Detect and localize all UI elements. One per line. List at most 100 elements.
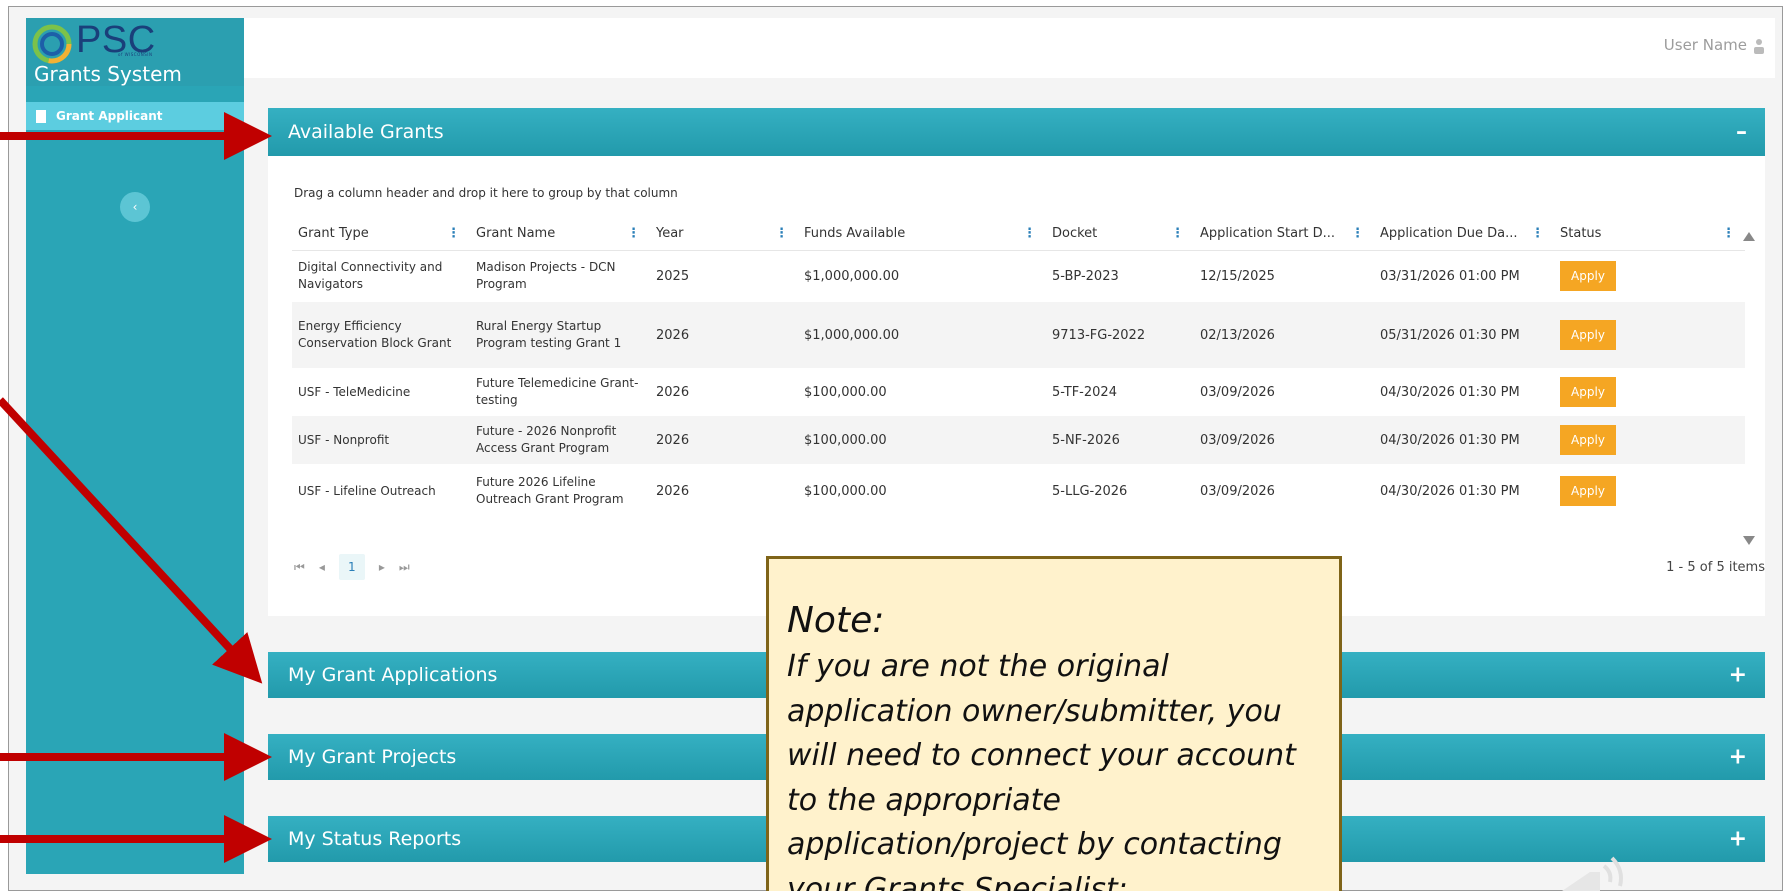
kebab-icon[interactable]: ⋮ bbox=[1171, 226, 1184, 241]
group-by-drop-zone[interactable]: Drag a column header and drop it here to… bbox=[294, 186, 678, 200]
apply-button[interactable]: Apply bbox=[1560, 425, 1616, 455]
start-date-cell: 12/15/2025 bbox=[1200, 268, 1275, 284]
column-header[interactable]: Application Start D... ⋮ bbox=[1194, 218, 1374, 251]
page-number-button[interactable]: 1 bbox=[338, 554, 365, 580]
start-date-cell: 03/09/2026 bbox=[1194, 416, 1374, 464]
kebab-icon[interactable]: ⋮ bbox=[1722, 226, 1735, 241]
table-row[interactable]: USF - Lifeline Outreach Future 2026 Lifel… bbox=[292, 464, 1745, 518]
slide: PSC of WISCONSIN Grants System Grant App… bbox=[0, 0, 1783, 891]
column-header[interactable]: Grant Type ⋮ bbox=[292, 218, 470, 251]
top-bar: User Name bbox=[244, 18, 1775, 78]
column-header[interactable]: Docket ⋮ bbox=[1046, 218, 1194, 251]
year-cell: 2026 bbox=[650, 416, 798, 464]
docket-cell: 5-BP-2023 bbox=[1052, 268, 1119, 284]
last-page-icon[interactable]: ⏭ bbox=[399, 560, 410, 575]
user-name-menu[interactable]: User Name bbox=[1664, 36, 1747, 54]
year-cell: 2026 bbox=[656, 384, 690, 400]
speaker-icon[interactable] bbox=[1560, 852, 1650, 891]
next-page-icon[interactable]: ▸ bbox=[379, 560, 385, 574]
grants-table: Grant Type ⋮ Grant Name ⋮ Year ⋮ Funds Availab… bbox=[292, 218, 1745, 518]
panel-title: My Grant Projects bbox=[288, 746, 457, 768]
scroll-up-icon[interactable] bbox=[1743, 232, 1755, 241]
grant-name-cell: Future Telemedicine Grant- testing bbox=[476, 376, 639, 407]
table-row[interactable]: Digital Connectivity and Navigators Madis… bbox=[292, 250, 1745, 302]
column-header-label: Status bbox=[1560, 226, 1602, 242]
note-body: If you are not the original application … bbox=[787, 649, 1296, 891]
start-date-cell: 02/13/2026 bbox=[1194, 302, 1374, 368]
user-icon[interactable] bbox=[1753, 38, 1765, 54]
scroll-down-icon[interactable] bbox=[1743, 536, 1755, 545]
funds-cell: $100,000.00 bbox=[798, 416, 1046, 464]
grant-type-cell: USF - Lifeline Outreach bbox=[298, 483, 436, 498]
collapse-sidebar-button[interactable]: ‹ bbox=[120, 192, 150, 222]
expand-panel-icon[interactable]: + bbox=[1729, 827, 1747, 852]
apply-button[interactable]: Apply bbox=[1560, 377, 1616, 407]
panel-title: My Grant Applications bbox=[288, 664, 498, 686]
available-grants-grid: Drag a column header and drop it here to… bbox=[268, 156, 1765, 616]
pager: ⏮ ◂ 1 ▸ ⏭ bbox=[294, 554, 410, 580]
document-icon bbox=[36, 109, 46, 123]
expand-panel-icon[interactable]: + bbox=[1729, 745, 1747, 770]
due-date-cell: 04/30/2026 01:30 PM bbox=[1380, 384, 1520, 400]
grant-name-cell: Future 2026 Lifeline Outreach Grant Prog… bbox=[476, 475, 624, 506]
logo-subtext: of WISCONSIN bbox=[118, 52, 153, 57]
collapse-panel-icon[interactable]: – bbox=[1736, 120, 1747, 145]
due-date-cell: 04/30/2026 01:30 PM bbox=[1374, 416, 1554, 464]
column-header[interactable]: Year ⋮ bbox=[650, 218, 798, 251]
table-row[interactable]: USF - TeleMedicine Future Telemedicine Gr… bbox=[292, 368, 1745, 416]
kebab-icon[interactable]: ⋮ bbox=[1023, 226, 1036, 241]
first-page-icon[interactable]: ⏮ bbox=[294, 560, 305, 575]
note-callout: Note: If you are not the original applic… bbox=[766, 556, 1342, 891]
sidebar: PSC of WISCONSIN Grants System Grant App… bbox=[26, 18, 244, 874]
collapse-icon: ‹ bbox=[132, 200, 138, 214]
panel-title: Available Grants bbox=[288, 121, 444, 143]
grant-type-cell: Digital Connectivity and Navigators bbox=[298, 260, 443, 292]
grant-name-cell: Future - 2026 Nonprofit Access Grant Pro… bbox=[470, 416, 650, 464]
status-cell: Apply bbox=[1554, 250, 1745, 302]
panel-title: My Status Reports bbox=[288, 828, 462, 850]
table-header-row: Grant Type ⋮ Grant Name ⋮ Year ⋮ Funds Availab… bbox=[292, 218, 1745, 251]
status-cell: Apply bbox=[1554, 368, 1745, 416]
column-header[interactable]: Application Due Da... ⋮ bbox=[1374, 218, 1554, 251]
table-row[interactable]: Energy Efficiency Conservation Block Gra… bbox=[292, 302, 1745, 368]
previous-page-icon[interactable]: ◂ bbox=[319, 560, 325, 574]
year-cell: 2025 bbox=[656, 268, 690, 284]
available-grants-header[interactable]: Available Grants – bbox=[268, 108, 1765, 156]
docket-cell: 5-LLG-2026 bbox=[1052, 483, 1128, 499]
grant-name-cell: Rural Energy Startup Program testing Gra… bbox=[470, 302, 650, 368]
apply-button[interactable]: Apply bbox=[1560, 320, 1616, 350]
start-date-cell: 03/09/2026 bbox=[1200, 384, 1275, 400]
sidebar-item-label: Grant Applicant bbox=[56, 109, 163, 123]
status-cell: Apply bbox=[1554, 302, 1745, 368]
start-date-cell: 03/09/2026 bbox=[1200, 483, 1275, 499]
kebab-icon[interactable]: ⋮ bbox=[627, 226, 640, 241]
column-header-label: Year bbox=[656, 226, 684, 242]
docket-cell: 9713-FG-2022 bbox=[1046, 302, 1194, 368]
year-cell: 2026 bbox=[650, 302, 798, 368]
kebab-icon[interactable]: ⋮ bbox=[1351, 226, 1364, 241]
items-count: 1 - 5 of 5 items bbox=[1666, 560, 1765, 575]
due-date-cell: 05/31/2026 01:30 PM bbox=[1374, 302, 1554, 368]
column-header[interactable]: Funds Available ⋮ bbox=[798, 218, 1046, 251]
note-title: Note: bbox=[787, 600, 885, 641]
kebab-icon[interactable]: ⋮ bbox=[1531, 226, 1544, 241]
grant-name-cell: Madison Projects - DCN Program bbox=[476, 260, 616, 292]
expand-panel-icon[interactable]: + bbox=[1729, 663, 1747, 688]
column-header-label: Application Start D... bbox=[1200, 226, 1336, 242]
column-header[interactable]: Status ⋮ bbox=[1554, 218, 1745, 251]
funds-cell: $1,000,000.00 bbox=[798, 302, 1046, 368]
apply-button[interactable]: Apply bbox=[1560, 476, 1616, 506]
grant-type-cell: Energy Efficiency Conservation Block Gra… bbox=[292, 302, 470, 368]
table-row[interactable]: USF - Nonprofit Future - 2026 Nonprofit A… bbox=[292, 416, 1745, 464]
column-header[interactable]: Grant Name ⋮ bbox=[470, 218, 650, 251]
apply-button[interactable]: Apply bbox=[1560, 261, 1616, 292]
column-header-label: Application Due Da... bbox=[1380, 226, 1518, 242]
sidebar-item-grant-applicant[interactable]: Grant Applicant bbox=[26, 102, 244, 130]
docket-cell: 5-TF-2024 bbox=[1052, 384, 1117, 400]
app-title: Grants System bbox=[34, 62, 182, 86]
kebab-icon[interactable]: ⋮ bbox=[775, 226, 788, 241]
grant-type-cell: USF - TeleMedicine bbox=[298, 384, 411, 399]
kebab-icon[interactable]: ⋮ bbox=[447, 226, 460, 241]
due-date-cell: 04/30/2026 01:30 PM bbox=[1380, 483, 1520, 499]
docket-cell: 5-NF-2026 bbox=[1046, 416, 1194, 464]
